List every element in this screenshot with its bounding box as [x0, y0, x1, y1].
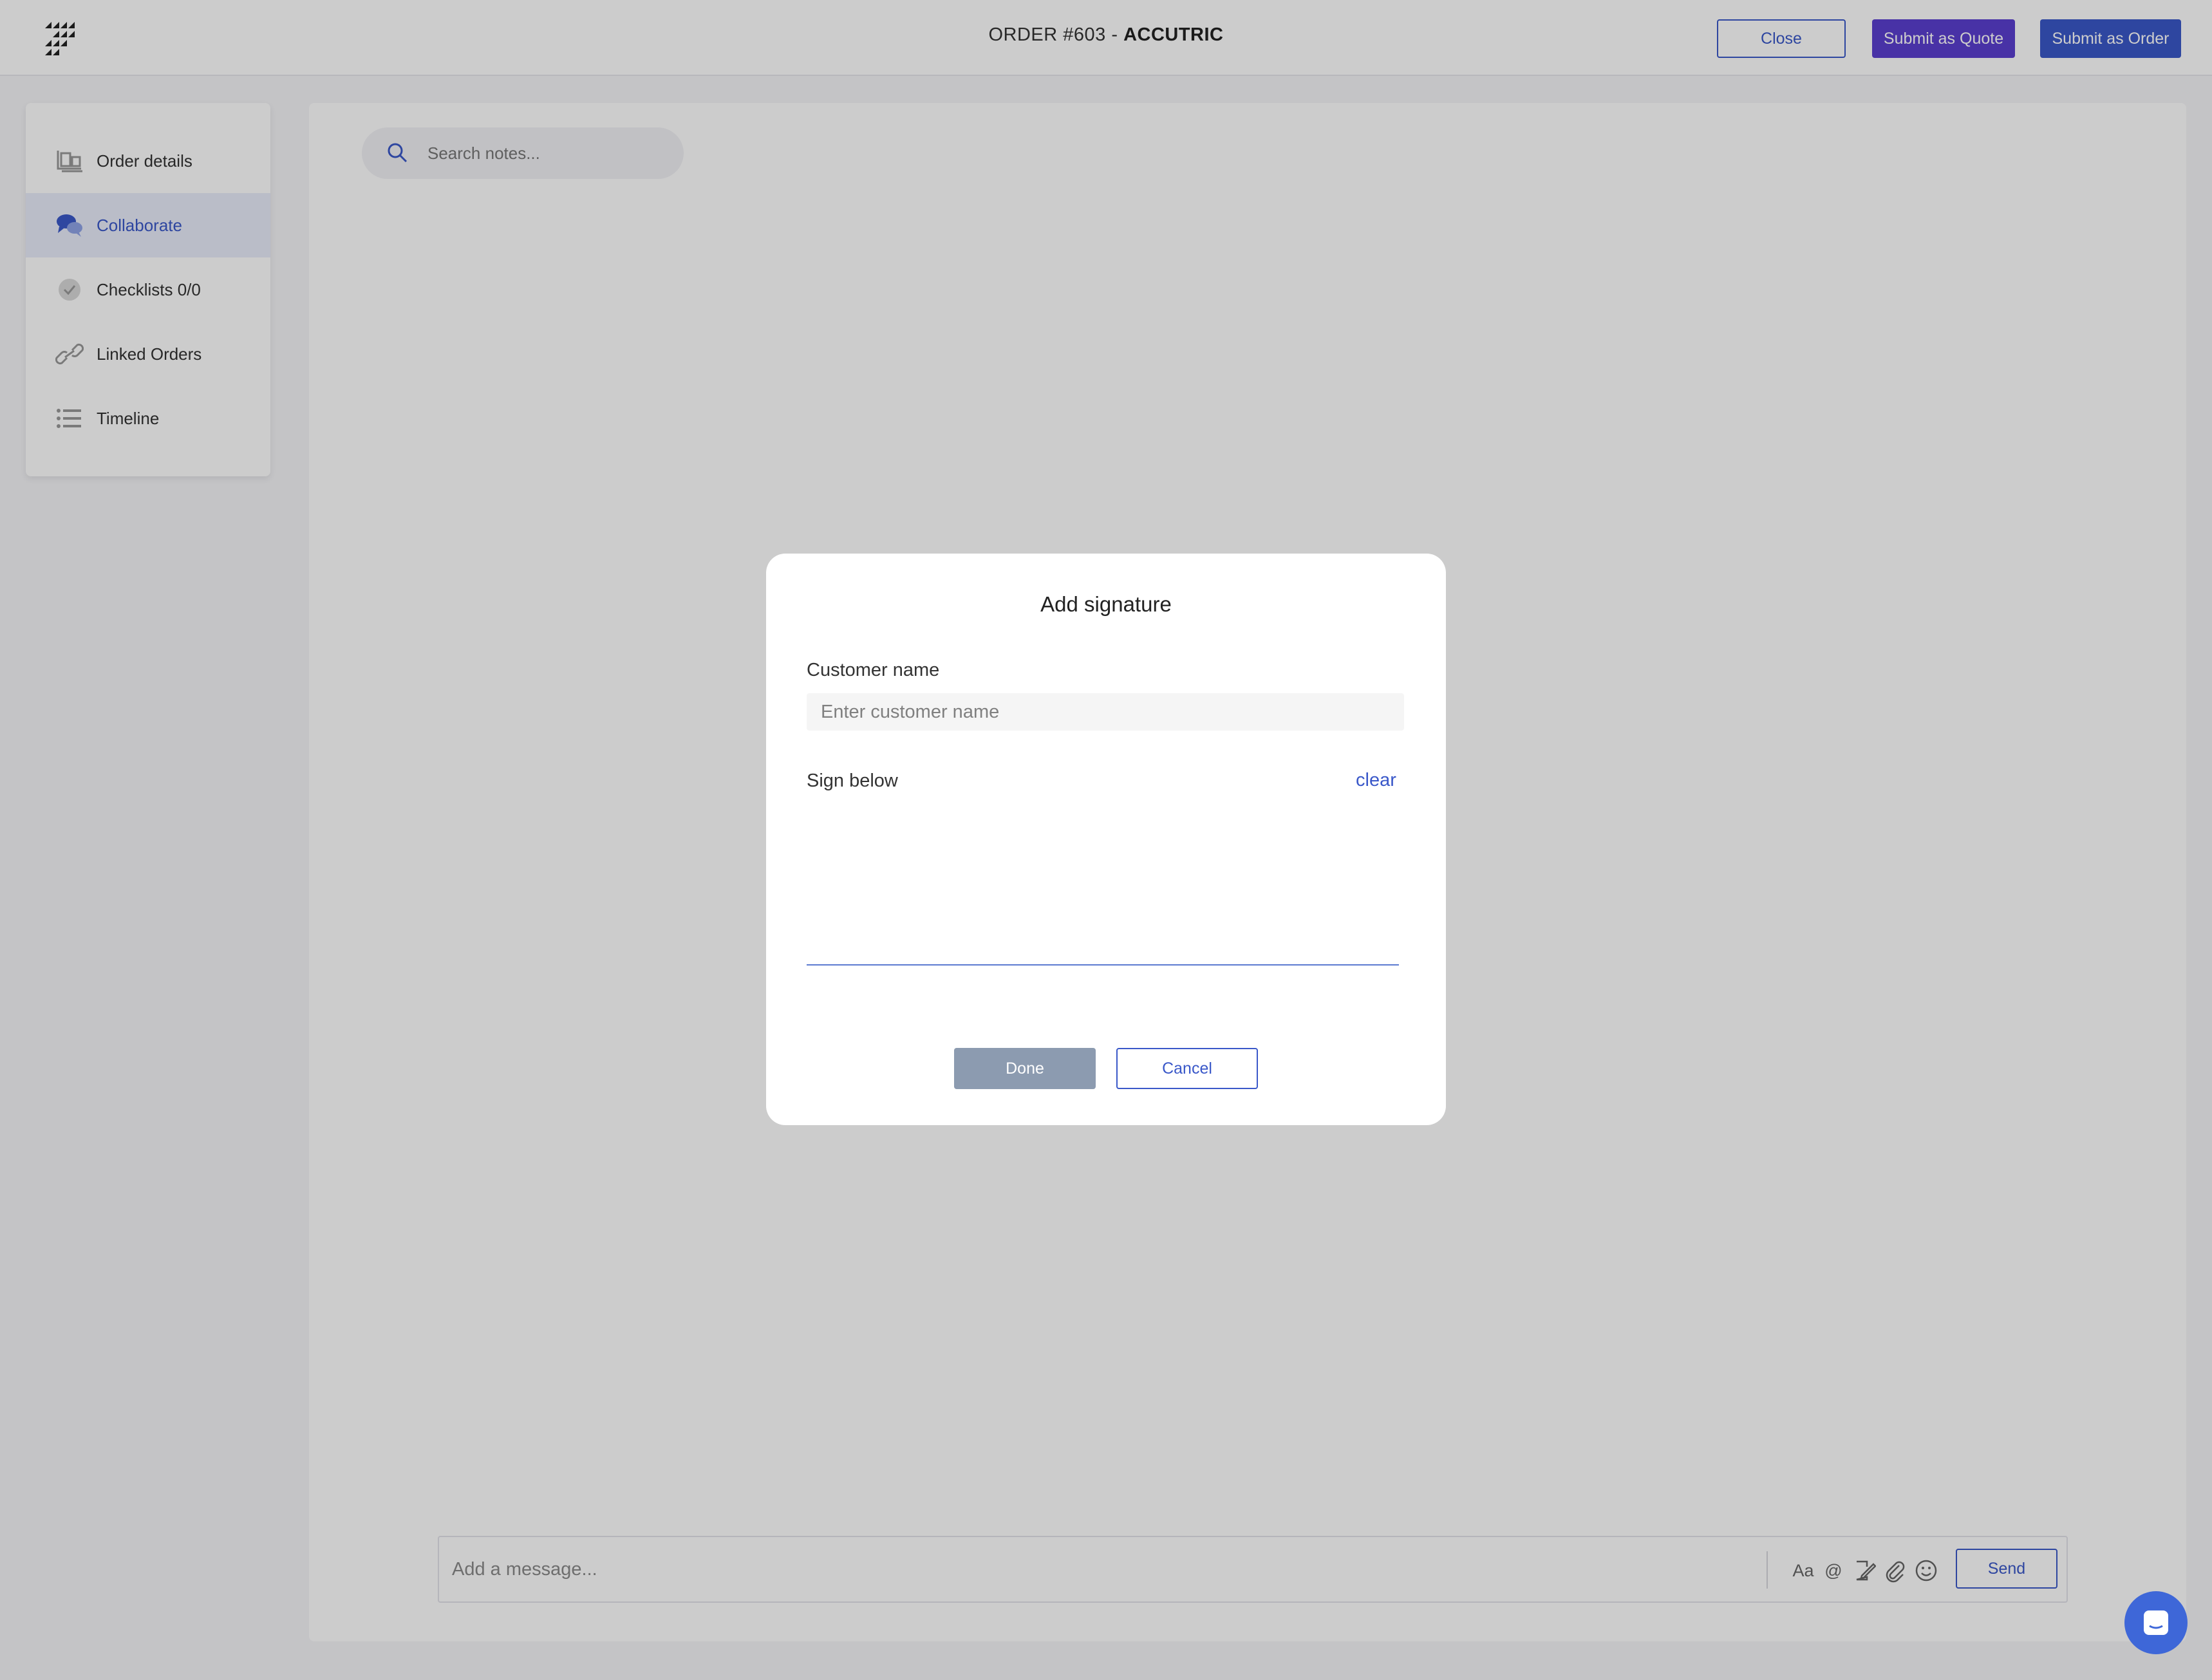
- customer-name-input[interactable]: [807, 693, 1404, 731]
- dialog-title: Add signature: [1040, 592, 1172, 616]
- signature-pad[interactable]: [807, 801, 1399, 966]
- add-signature-dialog: Add signature Customer name Sign below c…: [766, 554, 1446, 1125]
- chat-icon: [2144, 1610, 2168, 1635]
- done-button[interactable]: Done: [954, 1048, 1096, 1089]
- sign-below-label: Sign below: [807, 770, 898, 791]
- customer-name-label: Customer name: [807, 660, 940, 680]
- clear-signature-link[interactable]: clear: [1356, 770, 1396, 791]
- support-chat-button[interactable]: [2124, 1591, 2188, 1654]
- cancel-button[interactable]: Cancel: [1116, 1048, 1258, 1089]
